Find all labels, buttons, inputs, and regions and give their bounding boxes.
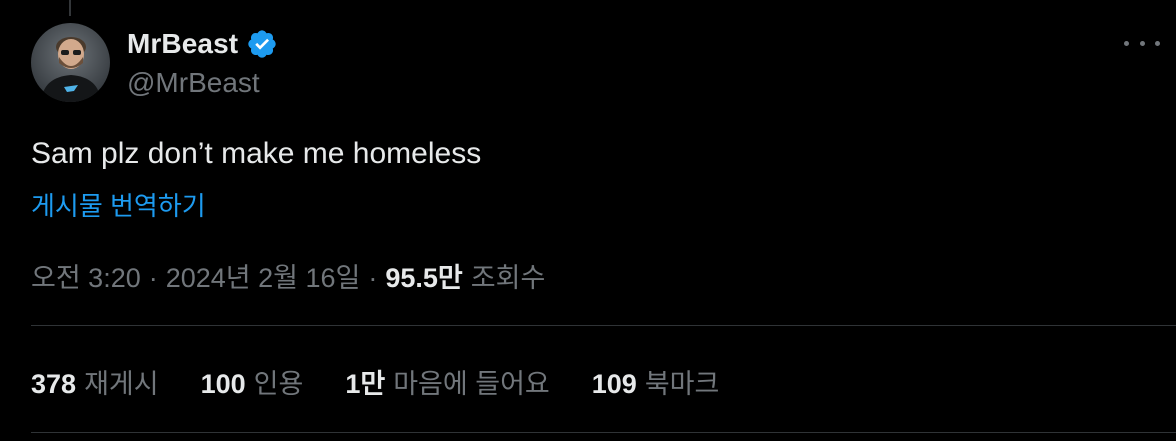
stat-count: 378 [31,369,77,399]
stat-count: 109 [591,369,637,399]
stat-quotes[interactable]: 100 인용 [201,362,304,401]
more-options-icon[interactable] [1124,30,1160,56]
author-handle[interactable]: @MrBeast [127,67,260,99]
tweet-meta: 오전 3:20 · 2024년 2월 16일 · 95.5만 조회수 [31,256,545,295]
meta-separator: · [368,263,378,293]
author-name-row[interactable]: MrBeast [127,28,278,60]
stat-bookmarks[interactable]: 109 북마크 [592,362,720,401]
meta-separator: · [148,263,158,293]
views-label[interactable]: 조회수 [471,256,546,295]
tweet-time[interactable]: 오전 3:20 [31,256,141,295]
views-count[interactable]: 95.5만 [385,256,462,295]
tweet-text: Sam plz don’t make me homeless [31,137,482,170]
engagement-stats: 378 재게시 100 인용 1만 마음에 들어요 109 북마크 [31,362,761,401]
stat-reposts[interactable]: 378 재게시 [31,362,159,401]
tweet-date[interactable]: 2024년 2월 16일 [166,256,361,295]
stat-count: 1만 [345,369,386,399]
translate-post-link[interactable]: 게시물 번역하기 [31,186,206,223]
display-name[interactable]: MrBeast [127,28,238,60]
divider [31,432,1176,433]
dot [1124,40,1129,46]
verified-badge-icon[interactable] [246,28,278,60]
stat-count: 100 [200,369,246,399]
divider [31,325,1176,326]
stat-label: 북마크 [644,369,720,399]
avatar[interactable] [31,23,110,102]
dot [1155,40,1160,46]
thread-connector-line [69,0,71,16]
stat-label: 재게시 [84,369,159,399]
avatar-photo [41,37,101,102]
stat-label: 인용 [253,369,304,399]
dot [1139,40,1145,46]
tweet-detail: MrBeast @MrBeast Sam plz don’t make me h… [0,0,1176,441]
stat-label: 마음에 들어요 [393,369,550,399]
stat-likes[interactable]: 1만 마음에 들어요 [345,362,549,401]
